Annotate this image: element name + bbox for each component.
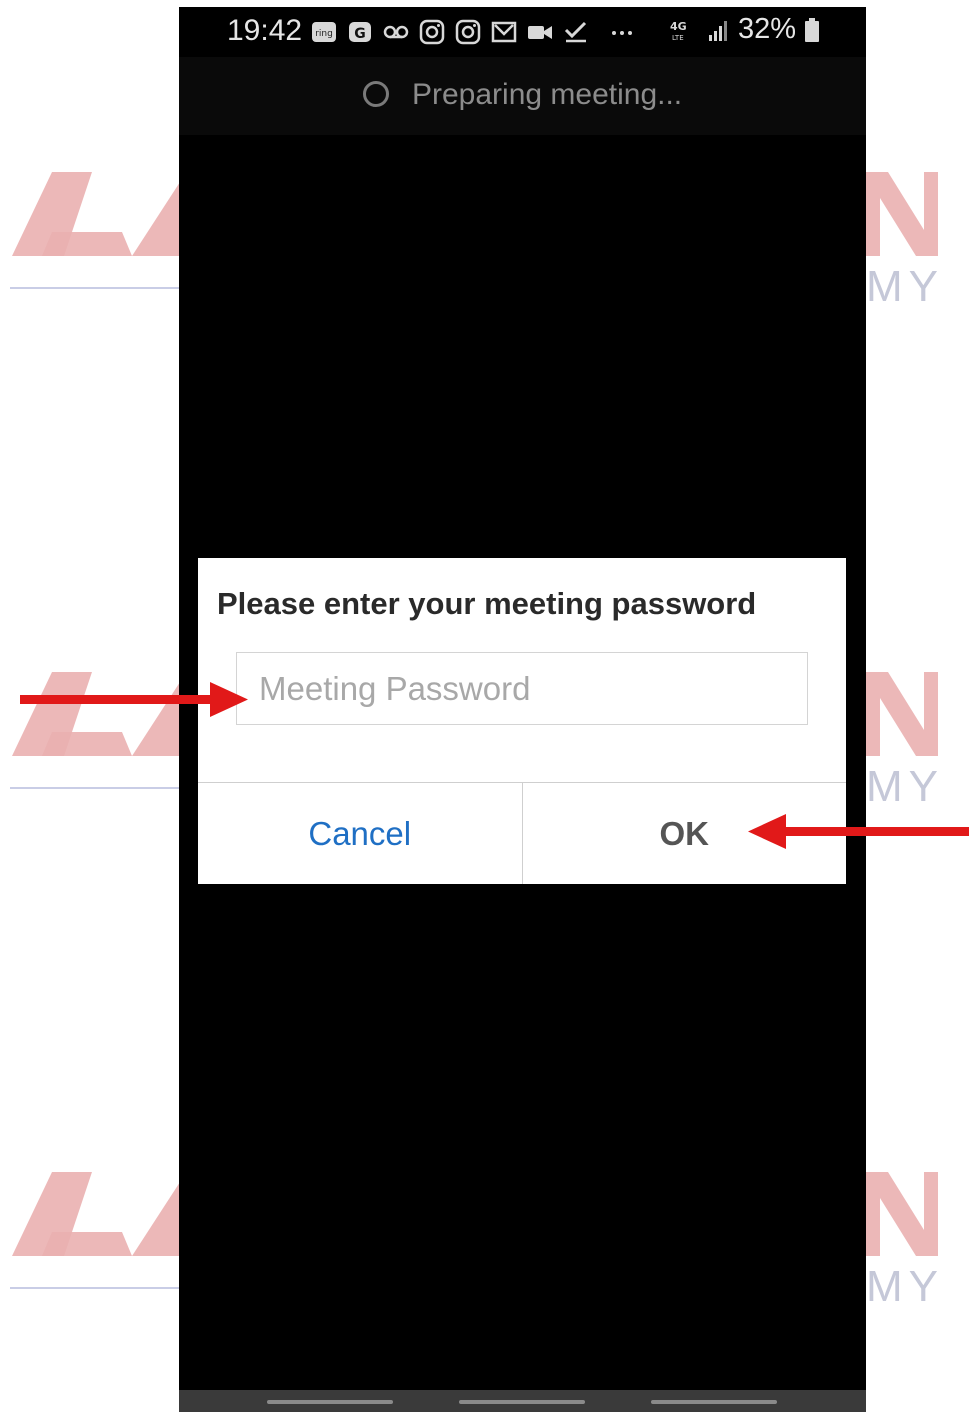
password-input[interactable] xyxy=(236,652,808,725)
watermark-text-right-2: MY xyxy=(866,762,944,811)
phone-screen: 19:42 ring G 4G LTE 32% Preparing meeting… xyxy=(179,7,866,1412)
checkmark-icon xyxy=(564,21,587,43)
svg-text:ring: ring xyxy=(315,29,333,39)
ring-app-icon: ring xyxy=(312,22,336,42)
instagram-icon xyxy=(455,19,481,45)
more-dots-icon xyxy=(612,31,632,35)
lte-signal-icon: 4GLTE xyxy=(670,20,687,42)
meeting-status-bar: Preparing meeting... xyxy=(179,57,866,135)
dialog-title: Please enter your meeting password xyxy=(217,586,757,621)
meeting-status-text: Preparing meeting... xyxy=(412,78,683,111)
cancel-button[interactable]: Cancel xyxy=(198,783,523,884)
svg-text:G: G xyxy=(354,26,366,42)
watermark-line-left-2 xyxy=(10,787,180,789)
voicemail-icon xyxy=(383,25,409,39)
svg-text:LTE: LTE xyxy=(672,34,684,42)
watermark-line-left-3 xyxy=(10,1287,180,1289)
watermark-logo-right-1 xyxy=(866,172,938,256)
battery-icon xyxy=(805,17,819,42)
watermark-logo-right-2 xyxy=(866,672,938,756)
watermark-text-right-3: MY xyxy=(866,1262,944,1311)
watermark-logo-left-1 xyxy=(12,172,180,256)
navigation-bar xyxy=(179,1390,866,1412)
status-bar: 19:42 ring G 4G LTE 32% xyxy=(179,7,866,57)
g-app-icon: G xyxy=(349,22,371,42)
gmail-icon xyxy=(491,21,517,43)
battery-percent: 32% xyxy=(737,13,796,45)
status-notification-icons: ring G xyxy=(311,15,635,49)
arrow-to-password-icon xyxy=(20,682,248,717)
video-camera-icon xyxy=(528,26,552,39)
status-time: 19:42 xyxy=(227,14,303,47)
arrow-to-ok-icon xyxy=(748,814,969,849)
nav-home-icon[interactable] xyxy=(459,1400,585,1404)
cell-signal-icon xyxy=(708,20,727,41)
watermark-logo-right-3 xyxy=(866,1172,938,1256)
watermark-logo-left-3 xyxy=(12,1172,180,1256)
watermark-line-left-1 xyxy=(10,287,180,289)
status-right-group: 4G LTE 32% xyxy=(670,13,820,46)
watermark-text-right-1: MY xyxy=(866,262,944,311)
svg-text:4G: 4G xyxy=(670,20,687,33)
loading-spinner-icon xyxy=(363,81,389,107)
nav-back-icon[interactable] xyxy=(651,1400,777,1404)
nav-recent-apps-icon[interactable] xyxy=(267,1400,393,1404)
instagram-icon xyxy=(419,19,445,45)
